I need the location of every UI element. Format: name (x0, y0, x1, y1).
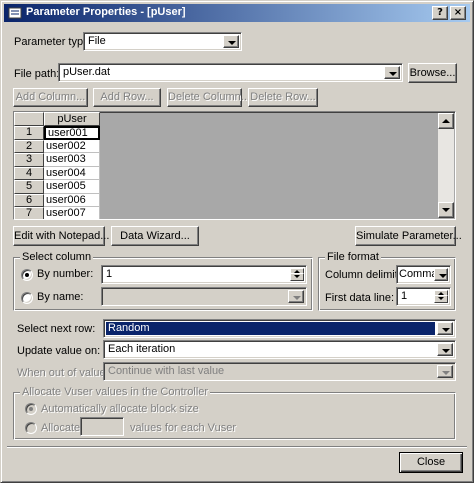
parameter-properties-dialog: Parameter Properties - [pUser] ? × Param… (0, 0, 474, 483)
file-path-value: pUser.dat (63, 66, 111, 78)
edit-with-notepad-button[interactable]: Edit with Notepad... (13, 226, 109, 246)
grid-cell[interactable]: user002 (44, 139, 100, 153)
by-name-dropdown[interactable] (101, 287, 307, 306)
chevron-down-icon[interactable] (288, 290, 304, 303)
spin-down-icon[interactable] (434, 295, 448, 303)
select-next-row-value: Random (106, 322, 435, 335)
chevron-down-icon[interactable] (437, 322, 453, 335)
data-grid[interactable]: pUser 1 user001 2 user002 3 user003 4 user004 5 u… (13, 111, 456, 220)
grid-row-header[interactable]: 2 (14, 139, 44, 153)
by-number-label[interactable]: By number: (37, 268, 93, 280)
grid-row-header[interactable]: 5 (14, 180, 44, 194)
close-button[interactable]: Close (399, 452, 463, 473)
allocate-radio[interactable] (25, 422, 37, 434)
allocate-vuser-title: Allocate Vuser values in the Controller (20, 386, 211, 398)
auto-allocate-label: Automatically allocate block size (41, 403, 199, 415)
parameter-type-value: File (88, 35, 106, 47)
by-number-value: 1 (106, 268, 113, 280)
chevron-down-icon[interactable] (384, 66, 400, 79)
simulate-parameter-button[interactable]: Simulate Parameter... (355, 226, 462, 246)
allocate-label: Allocate (41, 422, 81, 434)
dialog-icon (8, 7, 22, 19)
title-bar[interactable]: Parameter Properties - [pUser] ? × (4, 4, 470, 22)
grid-vertical-scrollbar[interactable] (438, 113, 454, 218)
window-title: Parameter Properties - [pUser] (26, 6, 186, 18)
chevron-down-icon[interactable] (437, 343, 453, 356)
file-path-combobox[interactable]: pUser.dat (58, 63, 403, 82)
scroll-down-icon[interactable] (438, 202, 454, 218)
data-wizard-button[interactable]: Data Wizard... (111, 226, 199, 246)
grid-row-header[interactable]: 1 (14, 126, 44, 140)
help-button[interactable]: ? (432, 6, 448, 20)
delete-column-button[interactable]: Delete Column... (167, 88, 250, 107)
close-window-button[interactable]: × (450, 6, 466, 20)
grid-cell[interactable]: user004 (44, 166, 100, 180)
grid-cell[interactable]: user001 (44, 126, 100, 140)
delete-row-button[interactable]: Delete Row... (248, 88, 318, 107)
column-delimiter-dropdown[interactable]: Comma (396, 265, 451, 284)
scroll-up-icon[interactable] (438, 113, 454, 129)
select-next-row-dropdown[interactable]: Random (103, 319, 456, 338)
spin-down-icon[interactable] (290, 273, 304, 281)
parameter-type-dropdown[interactable]: File (83, 32, 242, 51)
update-value-on-label: Update value on: (17, 345, 101, 357)
first-data-line-input[interactable]: 1 (396, 287, 451, 306)
update-value-on-value: Each iteration (108, 343, 176, 355)
when-out-of-values-label: When out of values: (17, 367, 115, 379)
update-value-on-dropdown[interactable]: Each iteration (103, 340, 456, 359)
parameter-type-label: Parameter type: (14, 36, 93, 48)
add-column-button[interactable]: Add Column... (13, 88, 88, 107)
grid-cell[interactable]: user005 (44, 180, 100, 194)
footer-divider (7, 446, 467, 448)
by-name-label[interactable]: By name: (37, 291, 83, 303)
by-number-radio[interactable] (21, 269, 33, 281)
first-data-line-label: First data line: (325, 292, 395, 304)
chevron-down-icon[interactable] (434, 268, 448, 281)
by-name-radio[interactable] (21, 292, 33, 304)
file-path-label: File path: (14, 68, 60, 80)
by-number-input[interactable]: 1 (101, 265, 307, 284)
add-row-button[interactable]: Add Row... (93, 88, 161, 107)
grid-column-header[interactable]: pUser (44, 112, 100, 126)
grid-cell[interactable]: user003 (44, 153, 100, 167)
column-delimiter-value: Comma (399, 268, 438, 280)
allocate-suffix-label: values for each Vuser (130, 422, 236, 434)
grid-row-header[interactable]: 7 (14, 207, 44, 219)
file-format-title: File format (325, 251, 381, 263)
chevron-down-icon[interactable] (437, 365, 453, 378)
grid-row-header[interactable]: 3 (14, 153, 44, 167)
browse-button[interactable]: Browse... (408, 63, 457, 83)
first-data-line-value: 1 (401, 290, 408, 302)
when-out-of-values-value: Continue with last value (108, 365, 225, 377)
grid-row-header[interactable]: 6 (14, 193, 44, 207)
grid-corner[interactable] (14, 112, 44, 126)
select-column-title: Select column (20, 251, 94, 263)
auto-allocate-radio[interactable] (25, 403, 37, 415)
allocate-count-input[interactable] (80, 417, 124, 436)
grid-cell[interactable]: user007 (44, 207, 100, 219)
chevron-down-icon[interactable] (223, 35, 239, 48)
when-out-of-values-dropdown[interactable]: Continue with last value (103, 362, 456, 381)
grid-row-header[interactable]: 4 (14, 166, 44, 180)
grid-cell[interactable]: user006 (44, 193, 100, 207)
select-next-row-label: Select next row: (17, 323, 96, 335)
